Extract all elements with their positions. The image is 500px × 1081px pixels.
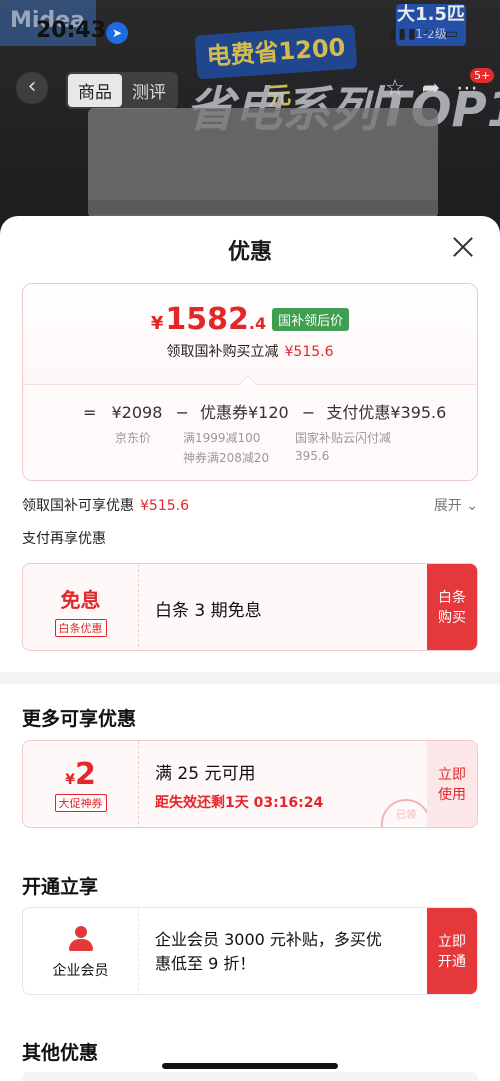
- price-subtitle: 领取国补购买立减 ¥515.6: [23, 341, 477, 361]
- message-badge: 5+: [470, 68, 495, 83]
- baitiao-coupon[interactable]: 免息 白条优惠 白条 3 期免息 白条购买: [22, 563, 478, 651]
- promo-coupon-left: ¥2 大促神券: [23, 741, 139, 827]
- baitiao-info: 白条 3 期免息: [155, 564, 262, 650]
- home-indicator[interactable]: [162, 1063, 338, 1069]
- price-subtitle-amount: ¥515.6: [284, 344, 334, 360]
- promo-coupon-countdown: 距失效还剩1天 03:16:24: [155, 794, 324, 811]
- more-section-title: 更多可享优惠: [22, 708, 137, 730]
- enterprise-info: 企业会员 3000 元补贴，多买优 惠低至 9 折！: [155, 908, 382, 994]
- pay-section-title: 支付再享优惠: [22, 531, 106, 547]
- promo-coupon-amount: 2: [74, 757, 96, 792]
- tab-review[interactable]: 测评: [122, 74, 176, 107]
- promo-coupon-tag: 大促神券: [54, 794, 107, 812]
- enterprise-open-button[interactable]: 立即开通: [427, 908, 477, 994]
- enterprise-card[interactable]: 企业会员 企业会员 3000 元补贴，多买优 惠低至 9 折！ 立即开通: [22, 907, 478, 995]
- product-image-strip: [88, 200, 438, 214]
- subsidy-row-label: 领取国补可享优惠: [22, 498, 134, 514]
- payment-note-2: 395.6: [295, 449, 330, 463]
- promo-coupon[interactable]: ¥2 大促神券 满 25 元可用 距失效还剩1天 03:16:24 已领 立即使…: [22, 740, 478, 828]
- enterprise-desc-2: 惠低至 9 折！: [155, 954, 256, 973]
- enterprise-label: 企业会员: [52, 963, 109, 979]
- sheet-title: 优惠: [227, 240, 272, 265]
- status-time: 20:43: [36, 18, 107, 43]
- person-icon: [68, 926, 94, 952]
- price-card: ¥ 1582 .4 国补领后价 领取国补购买立减 ¥515.6 = ¥2098 −…: [22, 283, 478, 481]
- discount-sheet: 优惠 ¥ 1582 .4 国补领后价 领取国补购买立减 ¥515.6 = ¥209…: [0, 216, 500, 1081]
- breakdown-minus-2: −: [301, 403, 316, 422]
- price-currency: ¥: [150, 313, 164, 334]
- favorite-icon[interactable]: ☆: [380, 74, 410, 104]
- price-subtitle-text: 领取国补购买立减: [166, 344, 279, 360]
- other-section-title: 其他优惠: [22, 1042, 99, 1064]
- baitiao-left: 免息 白条优惠: [23, 564, 139, 650]
- status-icons: ▮▮▮ ◠ ▭: [388, 26, 460, 42]
- price-summary: ¥ 1582 .4 国补领后价 领取国补购买立减 ¥515.6: [23, 284, 477, 384]
- promo-coupon-value: ¥2: [23, 757, 138, 792]
- other-discounts-card: [22, 1072, 478, 1081]
- baitiao-tag: 白条优惠: [54, 619, 107, 637]
- nav-tabs: 商品 测评: [66, 72, 178, 109]
- tab-product[interactable]: 商品: [68, 74, 122, 107]
- share-icon[interactable]: ➦: [416, 74, 446, 104]
- final-price: ¥ 1582 .4 国补领后价: [23, 284, 477, 337]
- promo-coupon-info: 满 25 元可用 距失效还剩1天 03:16:24: [155, 741, 324, 827]
- back-button[interactable]: ‹: [16, 72, 48, 104]
- use-now-button[interactable]: 立即使用: [427, 741, 477, 827]
- breakdown-equals: =: [83, 403, 97, 422]
- breakdown-coupon: 优惠券¥120: [200, 403, 289, 422]
- open-section-title: 开通立享: [22, 876, 99, 898]
- location-icon: ➤: [106, 22, 128, 44]
- breakdown-minus-1: −: [175, 403, 189, 422]
- price-decimal: .4: [248, 314, 267, 333]
- breakdown-jd-price: ¥2098: [111, 403, 163, 422]
- coupon-note-2: 神券满208减20: [183, 451, 270, 465]
- subsidy-row-amount: ¥515.6: [140, 498, 189, 514]
- claimed-stamp: 已领: [381, 799, 431, 827]
- breakdown-payment: 支付优惠¥395.6: [326, 403, 447, 422]
- subsidy-price-tag: 国补领后价: [272, 308, 350, 331]
- coupon-note-1: 满1999减100: [183, 431, 261, 445]
- section-gap: [0, 672, 500, 684]
- baitiao-buy-button[interactable]: 白条购买: [427, 564, 477, 650]
- price-breakdown: = ¥2098 − 优惠券¥120 − 支付优惠¥395.6 京东价 满1999…: [23, 385, 477, 480]
- promo-coupon-currency: ¥: [65, 772, 75, 788]
- price-integer: 1582: [165, 302, 249, 337]
- promo-coupon-desc: 满 25 元可用: [155, 763, 256, 784]
- enterprise-desc-1: 企业会员 3000 元补贴，多买优: [155, 930, 382, 949]
- expand-button[interactable]: 展开 ⌄: [434, 495, 478, 515]
- close-icon[interactable]: [450, 234, 476, 260]
- enterprise-left: 企业会员: [23, 908, 139, 994]
- subsidy-row: 领取国补可享优惠 ¥515.6: [22, 495, 189, 515]
- baitiao-title: 免息: [60, 588, 101, 612]
- baitiao-desc: 白条 3 期免息: [155, 600, 262, 621]
- jd-price-label: 京东价: [115, 431, 152, 445]
- capacity-tag-title: 大1.5匹: [397, 4, 465, 25]
- payment-note-1: 国家补贴云闪付减: [295, 431, 392, 445]
